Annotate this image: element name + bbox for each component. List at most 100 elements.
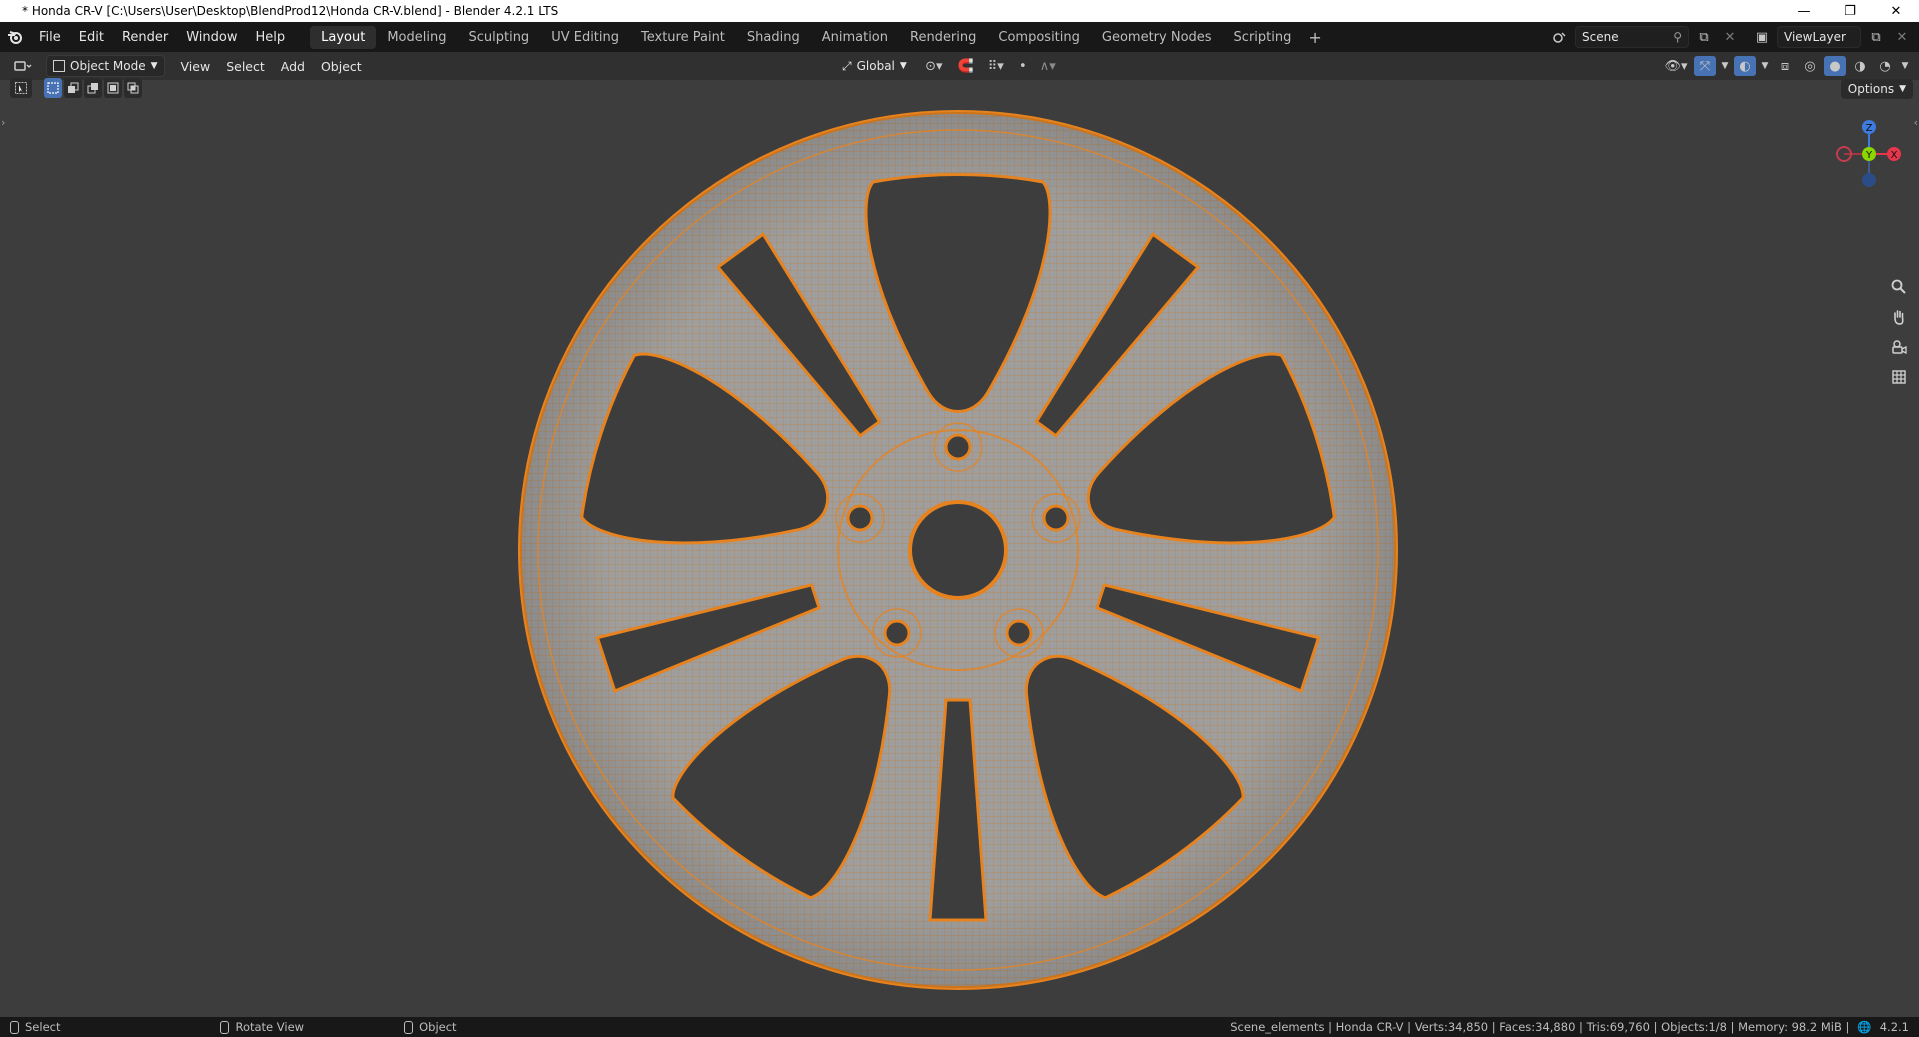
grid-icon[interactable] xyxy=(1886,365,1912,389)
menu-select[interactable]: Select xyxy=(218,59,273,74)
proportional-falloff-icon[interactable]: ∧▾ xyxy=(1037,56,1059,76)
new-view-layer-icon[interactable]: ⧉ xyxy=(1865,27,1887,47)
sidebar-expand-icon[interactable]: ‹ xyxy=(1914,116,1918,129)
tab-shading[interactable]: Shading xyxy=(736,26,811,49)
chevron-down-icon: ▼ xyxy=(1899,84,1906,94)
overlay-dropdown-icon[interactable]: ▼ xyxy=(1759,56,1771,76)
pin-icon[interactable]: ⚲ xyxy=(1673,30,1682,44)
select-subtract-icon[interactable] xyxy=(84,78,102,98)
zoom-icon[interactable] xyxy=(1886,275,1912,299)
close-button[interactable]: ✕ xyxy=(1873,0,1919,22)
network-icon: 🌐 xyxy=(1857,1020,1872,1034)
pivot-icon[interactable]: ⊙▾ xyxy=(919,56,949,76)
scene-selector-area: Scene ⚲ ⧉ ✕ ▣ ViewLayer ⧉ ✕ xyxy=(1549,22,1919,52)
overlay-icon[interactable]: ◐ xyxy=(1734,56,1756,76)
select-new-icon[interactable] xyxy=(44,78,62,98)
window-title: * Honda CR-V [C:\Users\User\Desktop\Blen… xyxy=(22,4,559,18)
tab-texture-paint[interactable]: Texture Paint xyxy=(630,26,736,49)
3d-viewport[interactable]: Z X Y xyxy=(0,80,1919,1017)
version-label: 4.2.1 xyxy=(1879,1020,1909,1034)
scene-field[interactable]: Scene ⚲ xyxy=(1575,26,1689,48)
tool-settings-row xyxy=(10,78,142,98)
delete-view-layer-icon[interactable]: ✕ xyxy=(1891,27,1913,47)
status-rotate: Rotate View xyxy=(220,1020,304,1034)
proportional-icon[interactable]: • xyxy=(1015,56,1031,76)
blender-logo-icon[interactable] xyxy=(0,22,30,52)
view-layer-browse-icon[interactable]: ▣ xyxy=(1751,27,1773,47)
tab-rendering[interactable]: Rendering xyxy=(899,26,987,49)
snap-target-icon[interactable]: ⠿▾ xyxy=(983,56,1009,76)
menu-add[interactable]: Add xyxy=(273,59,313,74)
status-object: Object xyxy=(404,1020,457,1034)
tab-scripting[interactable]: Scripting xyxy=(1223,26,1303,49)
chevron-down-icon: ▼ xyxy=(899,61,907,71)
window-titlebar: * Honda CR-V [C:\Users\User\Desktop\Blen… xyxy=(0,0,1919,22)
shading-dropdown-icon[interactable]: ▼ xyxy=(1899,56,1911,76)
object-mode-dropdown[interactable]: Object Mode ▼ xyxy=(46,55,165,77)
toolbar-expand-icon[interactable]: › xyxy=(1,116,5,129)
gizmo-dropdown-icon[interactable]: ▼ xyxy=(1719,56,1731,76)
delete-scene-icon[interactable]: ✕ xyxy=(1719,27,1741,47)
restore-button[interactable]: ❐ xyxy=(1827,0,1873,22)
main-menu: File Edit Render Window Help xyxy=(30,22,294,52)
object-mode-icon xyxy=(53,60,65,72)
minimize-button[interactable]: — xyxy=(1781,0,1827,22)
xray-icon[interactable]: ⧈ xyxy=(1774,56,1796,76)
shading-solid-icon[interactable]: ● xyxy=(1824,56,1846,76)
orientation-dropdown[interactable]: ⤢ Global ▼ xyxy=(836,56,913,76)
shading-rendered-icon[interactable]: ◔ xyxy=(1874,56,1896,76)
add-workspace-button[interactable]: + xyxy=(1302,28,1327,47)
pan-icon[interactable] xyxy=(1886,305,1912,329)
menu-object[interactable]: Object xyxy=(313,59,370,74)
mouse-middle-icon xyxy=(220,1020,230,1034)
navigation-gizmo[interactable]: Z X Y xyxy=(1824,110,1914,200)
view-layer-name: ViewLayer xyxy=(1784,30,1846,44)
selection-mode-group xyxy=(44,78,142,98)
tab-animation[interactable]: Animation xyxy=(811,26,899,49)
editor-type-icon[interactable] xyxy=(8,56,38,76)
gizmo-z-label: Z xyxy=(1866,123,1873,134)
scene-browse-icon[interactable] xyxy=(1549,27,1571,47)
tab-compositing[interactable]: Compositing xyxy=(987,26,1091,49)
select-tool-icon[interactable] xyxy=(10,78,32,98)
tab-geometry-nodes[interactable]: Geometry Nodes xyxy=(1091,26,1223,49)
tab-uv-editing[interactable]: UV Editing xyxy=(540,26,630,49)
status-select: Select xyxy=(10,1020,60,1034)
new-scene-icon[interactable]: ⧉ xyxy=(1693,27,1715,47)
menu-window[interactable]: Window xyxy=(177,30,246,45)
camera-icon[interactable] xyxy=(1886,335,1912,359)
snap-icon[interactable]: 🧲 xyxy=(955,56,977,76)
status-rotate-label: Rotate View xyxy=(235,1020,305,1034)
navigation-tools xyxy=(1886,275,1912,389)
visibility-icon[interactable]: 👁▾ xyxy=(1661,56,1691,76)
select-extend-icon[interactable] xyxy=(64,78,82,98)
shading-wireframe-icon[interactable]: ◎ xyxy=(1799,56,1821,76)
scene-statistics: Scene_elements | Honda CR-V | Verts:34,8… xyxy=(1230,1020,1850,1034)
select-invert-icon[interactable] xyxy=(104,78,122,98)
options-label: Options xyxy=(1847,82,1895,96)
shading-material-icon[interactable]: ◑ xyxy=(1849,56,1871,76)
gizmo-icon[interactable]: ⤧ xyxy=(1694,56,1716,76)
menu-render[interactable]: Render xyxy=(113,30,177,45)
top-bar: File Edit Render Window Help Layout Mode… xyxy=(0,22,1919,52)
menu-edit[interactable]: Edit xyxy=(70,30,113,45)
tab-sculpting[interactable]: Sculpting xyxy=(457,26,540,49)
options-dropdown[interactable]: Options ▼ xyxy=(1840,79,1913,99)
menu-file[interactable]: File xyxy=(30,30,70,45)
workspace-tabs: Layout Modeling Sculpting UV Editing Tex… xyxy=(310,22,1328,52)
mouse-left-icon xyxy=(10,1020,19,1034)
tab-layout[interactable]: Layout xyxy=(310,25,377,49)
menu-help[interactable]: Help xyxy=(247,30,295,45)
orientation-label: Global xyxy=(856,59,895,73)
tab-modeling[interactable]: Modeling xyxy=(376,26,457,49)
menu-view[interactable]: View xyxy=(173,59,219,74)
object-mode-label: Object Mode xyxy=(70,59,146,73)
status-bar: Select Rotate View Object Scene_elements… xyxy=(0,1017,1919,1037)
select-intersect-icon[interactable] xyxy=(124,78,142,98)
gizmo-x-label: X xyxy=(1891,150,1898,161)
scene-name: Scene xyxy=(1582,30,1619,44)
status-select-label: Select xyxy=(25,1020,61,1034)
view-layer-field[interactable]: ViewLayer xyxy=(1777,26,1861,48)
wheel-mesh[interactable] xyxy=(0,80,1919,1017)
gizmo-y-label: Y xyxy=(1865,150,1873,161)
